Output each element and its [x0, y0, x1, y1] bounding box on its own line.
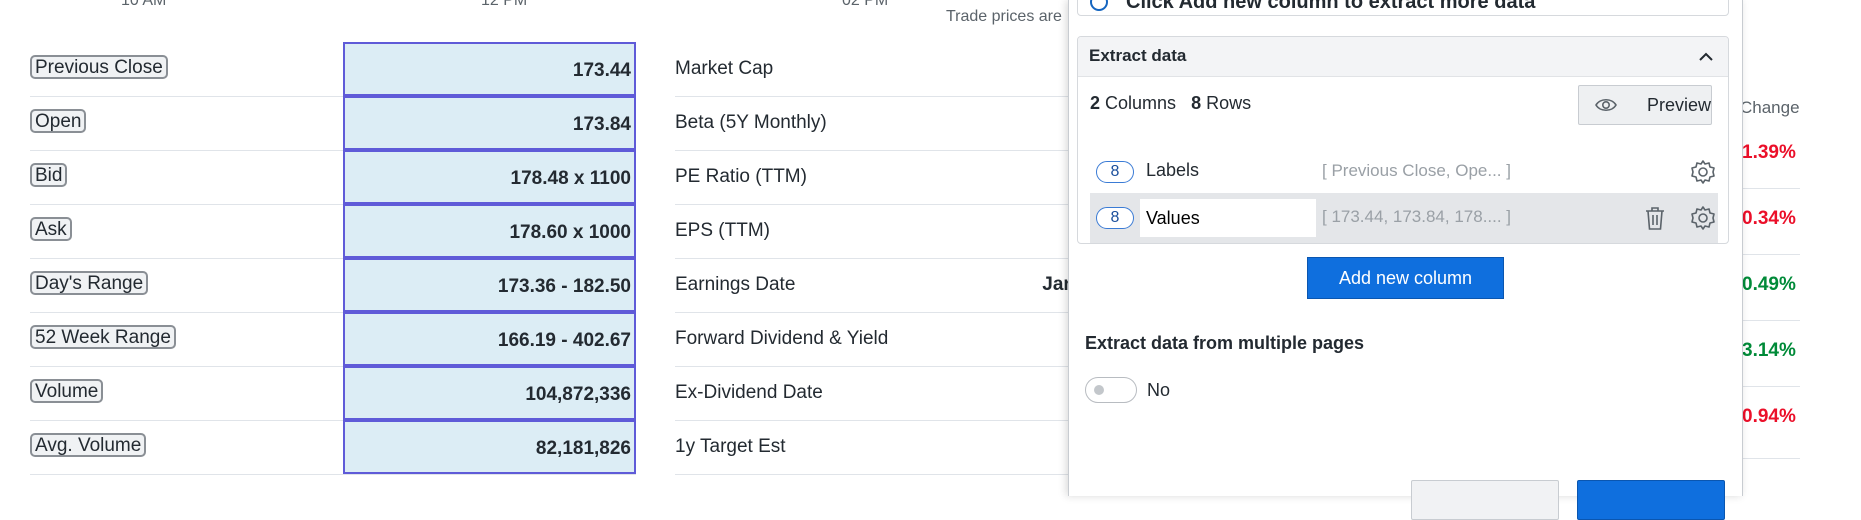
change-value: 0.34%	[1742, 208, 1796, 229]
table-row: Volume 104,872,336	[30, 366, 636, 421]
extract-data-section: Extract data 2 Columns 8 Rows Preview 8 …	[1077, 36, 1729, 244]
confirm-button[interactable]	[1577, 480, 1725, 520]
table-row: 52 Week Range 166.19 - 402.67	[30, 312, 636, 367]
multi-page-toggle-label: No	[1147, 380, 1171, 400]
table-row: PE Ratio (TTM)	[675, 150, 1075, 205]
toggle-knob	[1094, 385, 1104, 395]
table-row: Market Cap	[675, 42, 1075, 97]
info-icon	[1090, 0, 1108, 11]
columns-word: Columns	[1105, 93, 1177, 113]
preview-button[interactable]: Preview	[1578, 85, 1712, 125]
extract-panel: Click Add new column to extract more dat…	[1068, 0, 1743, 520]
multi-page-toggle[interactable]	[1085, 377, 1137, 403]
quote-label[interactable]: Ask	[30, 217, 72, 241]
column-row-counts: 2 Columns 8 Rows	[1090, 93, 1251, 114]
quote-value[interactable]: 104,872,336	[343, 366, 636, 420]
table-row: Beta (5Y Monthly)	[675, 96, 1075, 151]
chart-tick-label: 10 AM	[121, 0, 167, 9]
table-row: 1y Target Est	[675, 420, 1075, 475]
chevron-up-icon[interactable]	[1698, 49, 1714, 65]
quote-label[interactable]: Previous Close	[30, 55, 168, 79]
divider	[1740, 320, 1800, 321]
table-row: Earnings Date Jan	[675, 258, 1075, 313]
column-row-values[interactable]: 8 [ 173.44, 173.84, 178.... ]	[1090, 193, 1718, 243]
table-row: EPS (TTM)	[675, 204, 1075, 259]
chart-tick-label: 02 PM	[842, 0, 889, 9]
change-value: 0.49%	[1742, 274, 1796, 295]
eye-icon	[1595, 98, 1617, 112]
table-row: Ex-Dividend Date	[675, 366, 1075, 421]
columns-count: 2	[1090, 93, 1101, 113]
change-value: 3.14%	[1742, 340, 1796, 361]
divider	[1740, 386, 1800, 387]
column-preview: [ 173.44, 173.84, 178.... ]	[1322, 207, 1512, 226]
quote-value[interactable]: 178.48 x 1100	[343, 150, 636, 204]
divider	[1740, 458, 1800, 459]
table-row: Avg. Volume 82,181,826	[30, 420, 636, 475]
divider	[1740, 188, 1800, 189]
trash-icon[interactable]	[1643, 205, 1667, 231]
quote-label[interactable]: Day's Range	[30, 271, 149, 295]
trade-prices-note: Trade prices are	[946, 8, 1062, 25]
stat-label: PE Ratio (TTM)	[675, 166, 807, 187]
chart-tick-label: 12 PM	[481, 0, 528, 9]
gear-icon[interactable]	[1690, 159, 1716, 185]
quote-value[interactable]: 173.44	[343, 42, 636, 96]
column-count-badge: 8	[1096, 161, 1134, 183]
column-row-labels[interactable]: 8 Labels [ Previous Close, Ope... ]	[1090, 147, 1718, 197]
change-value: 0.94%	[1742, 406, 1796, 427]
gear-icon[interactable]	[1690, 205, 1716, 231]
stat-label: EPS (TTM)	[675, 220, 770, 241]
quote-label[interactable]: 52 Week Range	[30, 325, 176, 349]
stat-label: Ex-Dividend Date	[675, 382, 823, 403]
change-column-header: Change	[1740, 98, 1800, 117]
multi-page-title: Extract data from multiple pages	[1085, 333, 1365, 353]
quote-value[interactable]: 178.60 x 1000	[343, 204, 636, 258]
column-name-input[interactable]	[1140, 199, 1316, 237]
rows-word: Rows	[1206, 93, 1252, 113]
change-value: 1.39%	[1742, 142, 1796, 163]
table-row: Bid 178.48 x 1100	[30, 150, 636, 205]
section-title: Extract data	[1089, 46, 1187, 65]
column-preview: [ Previous Close, Ope... ]	[1322, 161, 1511, 180]
stat-label: Beta (5Y Monthly)	[675, 112, 827, 133]
quote-value[interactable]: 166.19 - 402.67	[343, 312, 636, 366]
add-new-column-button[interactable]: Add new column	[1307, 257, 1504, 299]
stat-label: Earnings Date	[675, 274, 796, 295]
table-row: Open 173.84	[30, 96, 636, 151]
tip-text: Click Add new column to extract more dat…	[1126, 0, 1536, 13]
table-row: Day's Range 173.36 - 182.50	[30, 258, 636, 313]
quote-label[interactable]: Bid	[30, 163, 68, 187]
quote-value[interactable]: 173.84	[343, 96, 636, 150]
quote-value[interactable]: 82,181,826	[343, 420, 636, 474]
rows-count: 8	[1191, 93, 1202, 113]
stat-label: Forward Dividend & Yield	[675, 328, 889, 349]
quote-label[interactable]: Open	[30, 109, 87, 133]
stat-label: Market Cap	[675, 58, 774, 79]
cancel-button[interactable]	[1411, 480, 1559, 520]
table-row: Ask 178.60 x 1000	[30, 204, 636, 259]
tip-bar: Click Add new column to extract more dat…	[1077, 0, 1729, 16]
quote-label[interactable]: Avg. Volume	[30, 433, 147, 457]
quote-value[interactable]: 173.36 - 182.50	[343, 258, 636, 312]
stat-label: 1y Target Est	[675, 436, 786, 457]
preview-label: Preview	[1647, 95, 1712, 115]
table-row: Previous Close 173.44	[30, 42, 636, 97]
divider	[1740, 254, 1800, 255]
column-count-badge: 8	[1096, 207, 1134, 229]
quote-label[interactable]: Volume	[30, 379, 104, 403]
column-name[interactable]: Labels	[1146, 160, 1199, 181]
extract-data-header[interactable]: Extract data	[1078, 37, 1728, 77]
table-row: Forward Dividend & Yield	[675, 312, 1075, 367]
